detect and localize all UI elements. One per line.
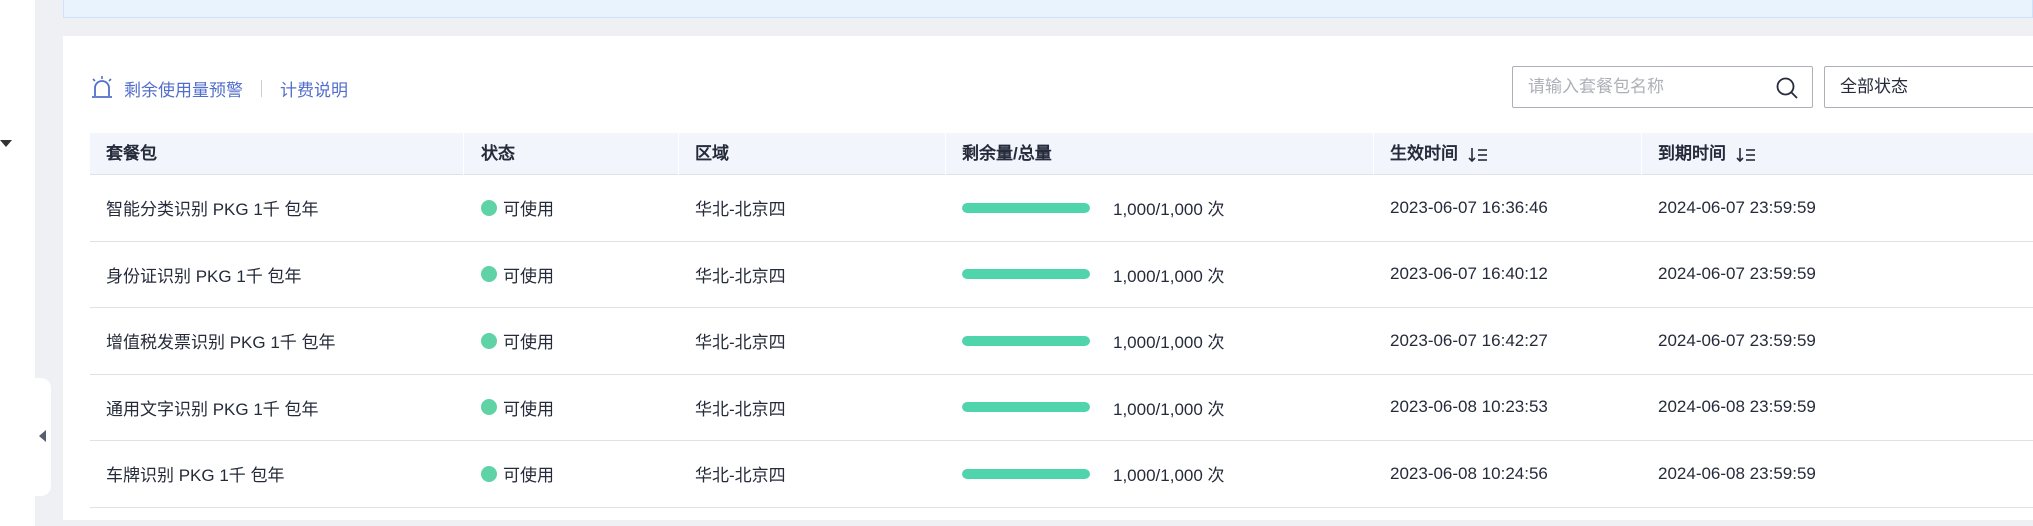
status-text: 可使用 xyxy=(503,266,554,286)
quota-cell: 1,000/1,000 次 xyxy=(962,308,1225,374)
status-dot-icon xyxy=(481,332,497,349)
quota-progress-fill xyxy=(962,468,1090,479)
column-divider xyxy=(945,133,946,175)
quota-cell: 1,000/1,000 次 xyxy=(962,375,1225,441)
column-header-region: 区域 xyxy=(695,144,729,163)
quota-cell: 1,000/1,000 次 xyxy=(962,441,1225,507)
start-time-cell: 2023-06-07 16:42:27 xyxy=(1390,330,1548,350)
status-dot-icon xyxy=(481,199,497,216)
start-time-cell: 2023-06-08 10:24:56 xyxy=(1390,463,1548,483)
table-header: 套餐包 状态 区域 剩余量/总量 生效时间 到期时间 xyxy=(90,133,2033,175)
column-header-package: 套餐包 xyxy=(106,144,157,163)
status-cell: 可使用 xyxy=(481,375,554,441)
end-time-cell: 2024-06-08 23:59:59 xyxy=(1658,463,1816,483)
package-name: 车牌识别 PKG 1千 包年 xyxy=(106,466,285,486)
column-divider xyxy=(678,133,679,175)
status-dot-icon xyxy=(481,266,497,283)
status-dot-icon xyxy=(481,399,497,416)
quota-text: 1,000/1,000 次 xyxy=(1113,466,1225,486)
quota-progress-bar xyxy=(962,269,1090,280)
end-time-cell: 2024-06-07 23:59:59 xyxy=(1658,197,1816,217)
quota-progress-bar xyxy=(962,402,1090,413)
column-header-end-time[interactable]: 到期时间 xyxy=(1658,133,1756,175)
end-time-cell: 2024-06-07 23:59:59 xyxy=(1658,264,1816,284)
quota-progress-bar xyxy=(962,202,1090,213)
quota-text: 1,000/1,000 次 xyxy=(1113,200,1225,220)
table-row: 智能分类识别 PKG 1千 包年 可使用 华北-北京四 1,000/1,000 … xyxy=(90,175,2033,242)
status-cell: 可使用 xyxy=(481,175,554,241)
start-time-cell: 2023-06-08 10:23:53 xyxy=(1390,397,1548,417)
start-time-cell: 2023-06-07 16:36:46 xyxy=(1390,197,1548,217)
quota-progress-fill xyxy=(962,402,1090,413)
status-cell: 可使用 xyxy=(481,441,554,507)
status-text: 可使用 xyxy=(503,399,554,419)
quota-text: 1,000/1,000 次 xyxy=(1113,399,1225,419)
package-search xyxy=(1512,66,1813,108)
package-name: 身份证识别 PKG 1千 包年 xyxy=(106,266,302,286)
status-text: 可使用 xyxy=(503,333,554,353)
toolbar-divider xyxy=(261,79,262,97)
table-row: 车牌识别 PKG 1千 包年 可使用 华北-北京四 1,000/1,000 次 … xyxy=(90,441,2033,508)
region-cell: 华北-北京四 xyxy=(695,333,786,353)
status-filter-select[interactable]: 全部状态 xyxy=(1824,66,2033,108)
region-cell: 华北-北京四 xyxy=(695,466,786,486)
start-time-cell: 2023-06-07 16:40:12 xyxy=(1390,264,1548,284)
status-text: 可使用 xyxy=(503,466,554,486)
toolbar: 剩余使用量预警 计费说明 xyxy=(90,68,348,108)
table-row: 增值税发票识别 PKG 1千 包年 可使用 华北-北京四 1,000/1,000… xyxy=(90,308,2033,375)
region-cell: 华北-北京四 xyxy=(695,266,786,286)
package-table: 套餐包 状态 区域 剩余量/总量 生效时间 到期时间 智能分类识别 PKG 1千… xyxy=(90,133,2033,508)
alarm-icon xyxy=(92,76,112,98)
sort-icon[interactable] xyxy=(1468,146,1488,164)
quota-text: 1,000/1,000 次 xyxy=(1113,266,1225,286)
quota-progress-bar xyxy=(962,335,1090,346)
status-text: 可使用 xyxy=(503,200,554,220)
quota-progress-fill xyxy=(962,269,1090,280)
column-divider xyxy=(1641,133,1642,175)
quota-cell: 1,000/1,000 次 xyxy=(962,242,1225,308)
region-cell: 华北-北京四 xyxy=(695,200,786,220)
package-name: 增值税发票识别 PKG 1千 包年 xyxy=(106,333,336,353)
usage-alert-link[interactable]: 剩余使用量预警 xyxy=(124,76,243,101)
table-row: 身份证识别 PKG 1千 包年 可使用 华北-北京四 1,000/1,000 次… xyxy=(90,242,2033,308)
quota-progress-bar xyxy=(962,468,1090,479)
search-icon[interactable] xyxy=(1775,76,1799,100)
quota-progress-fill xyxy=(962,335,1090,346)
table-row: 通用文字识别 PKG 1千 包年 可使用 华北-北京四 1,000/1,000 … xyxy=(90,375,2033,441)
column-header-start-time[interactable]: 生效时间 xyxy=(1390,133,1488,175)
package-name: 智能分类识别 PKG 1千 包年 xyxy=(106,200,319,220)
end-time-cell: 2024-06-07 23:59:59 xyxy=(1658,330,1816,350)
info-banner xyxy=(63,0,2033,18)
region-cell: 华北-北京四 xyxy=(695,399,786,419)
end-time-cell: 2024-06-08 23:59:59 xyxy=(1658,397,1816,417)
billing-info-link[interactable]: 计费说明 xyxy=(280,76,348,101)
column-divider xyxy=(463,133,464,175)
column-header-status: 状态 xyxy=(481,144,515,163)
quota-cell: 1,000/1,000 次 xyxy=(962,175,1225,241)
search-input[interactable] xyxy=(1528,67,1768,107)
status-cell: 可使用 xyxy=(481,308,554,374)
table-body: 智能分类识别 PKG 1千 包年 可使用 华北-北京四 1,000/1,000 … xyxy=(90,175,2033,508)
sidebar-collapse-button[interactable] xyxy=(31,378,51,496)
caret-down-icon[interactable] xyxy=(0,140,12,147)
column-divider xyxy=(1373,133,1374,175)
quota-text: 1,000/1,000 次 xyxy=(1113,333,1225,353)
column-header-quota: 剩余量/总量 xyxy=(962,144,1052,163)
column-header-start-time-label: 生效时间 xyxy=(1390,144,1458,163)
package-name: 通用文字识别 PKG 1千 包年 xyxy=(106,399,319,419)
status-dot-icon xyxy=(481,465,497,482)
sort-icon[interactable] xyxy=(1736,146,1756,164)
left-sidebar xyxy=(0,0,35,526)
caret-left-icon xyxy=(39,430,46,442)
quota-progress-fill xyxy=(962,202,1090,213)
column-header-end-time-label: 到期时间 xyxy=(1658,144,1726,163)
status-cell: 可使用 xyxy=(481,242,554,308)
